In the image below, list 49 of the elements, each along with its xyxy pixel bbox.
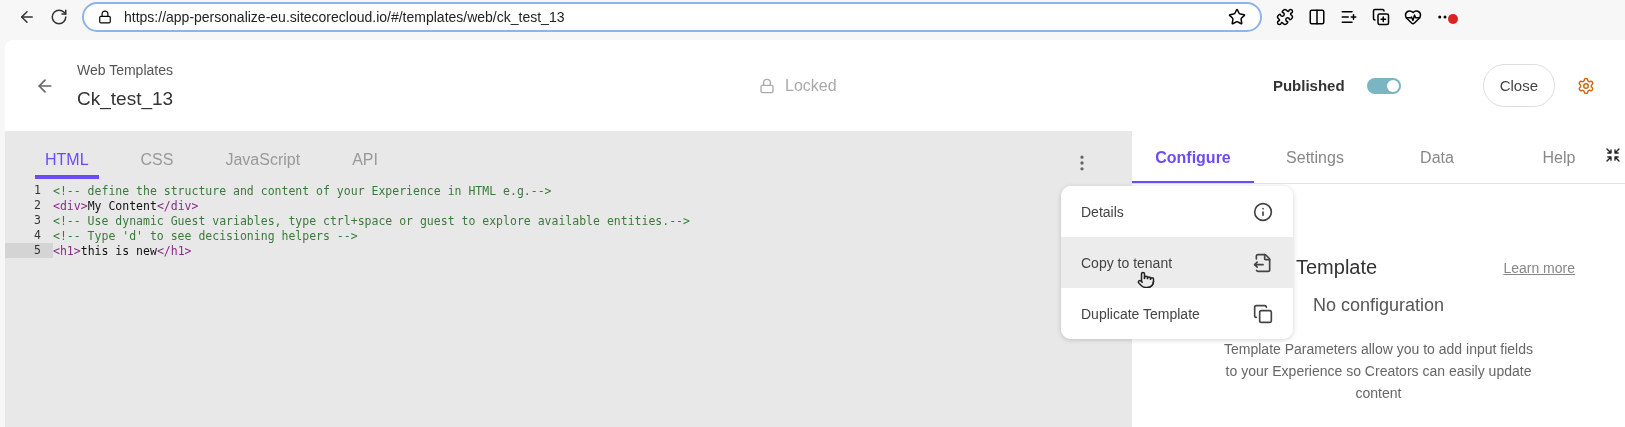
lock-icon bbox=[98, 10, 112, 24]
code-line: <!-- define the structure and content of your Experience in HTML e.g.--> bbox=[53, 183, 552, 198]
url-text: https://app-personalize-eu.sitecorecloud.io/#/templates/web/ck_test_13 bbox=[124, 9, 566, 25]
notification-badge bbox=[1448, 14, 1458, 24]
editor-tab[interactable]: JavaScript bbox=[215, 147, 311, 179]
back-icon[interactable] bbox=[18, 8, 36, 26]
line-number: 4 bbox=[33, 228, 42, 243]
section-heading: Template bbox=[1296, 256, 1378, 279]
published-toggle[interactable] bbox=[1366, 77, 1401, 94]
breadcrumb: Web Templates bbox=[77, 61, 174, 78]
collapse-icon[interactable] bbox=[1605, 147, 1621, 163]
line-number: 5 bbox=[5, 243, 53, 258]
code-line: <!-- Use dynamic Guest variables, type ctrl+space or guest to explore available entities.--> bbox=[53, 213, 690, 228]
empty-state-title: No configuration bbox=[1312, 295, 1445, 316]
menu-item[interactable]: Details bbox=[1061, 186, 1293, 237]
menu-item[interactable]: Duplicate Template bbox=[1061, 288, 1293, 339]
extensions-icon[interactable] bbox=[1276, 8, 1294, 26]
refresh-icon[interactable] bbox=[50, 8, 68, 26]
copy-icon bbox=[1253, 303, 1273, 324]
code-line: <div>My Content</div> bbox=[53, 198, 199, 213]
menu-item[interactable]: Copy to tenant bbox=[1061, 237, 1293, 288]
favorite-star-icon[interactable] bbox=[1228, 8, 1246, 26]
panel-tab[interactable]: Data bbox=[1376, 149, 1498, 183]
panel-tab[interactable]: Help bbox=[1498, 149, 1620, 183]
panel-tab[interactable]: Settings bbox=[1254, 149, 1376, 183]
published-label: Published bbox=[1272, 77, 1345, 94]
address-bar[interactable]: https://app-personalize-eu.sitecorecloud.io/#/templates/web/ck_test_13 bbox=[82, 2, 1262, 32]
split-screen-icon[interactable] bbox=[1308, 8, 1326, 26]
close-button[interactable]: Close bbox=[1482, 64, 1555, 107]
learn-more-link[interactable]: Learn more bbox=[1503, 259, 1575, 276]
editor-tab[interactable]: CSS bbox=[130, 147, 184, 179]
info-icon bbox=[1253, 201, 1273, 222]
settings-icon[interactable] bbox=[1577, 76, 1595, 95]
collections-icon[interactable] bbox=[1372, 8, 1390, 26]
lock-status: Locked bbox=[785, 76, 837, 95]
code-line: <!-- Type 'd' to see decisioning helpers --> bbox=[53, 228, 358, 243]
lock-icon bbox=[759, 77, 775, 94]
empty-state-text: Template Parameters allow you to add input fields to your Experience so Creators can easily update content bbox=[1223, 340, 1534, 403]
heart-pulse-icon[interactable] bbox=[1404, 8, 1422, 26]
editor-tab[interactable]: HTML bbox=[35, 147, 99, 179]
line-number: 1 bbox=[33, 183, 42, 198]
template-title: Ck_test_13 bbox=[77, 87, 175, 110]
panel-tab[interactable]: Configure bbox=[1132, 149, 1254, 183]
code-line: <h1>this is new</h1> bbox=[53, 243, 192, 258]
line-number: 2 bbox=[33, 198, 42, 213]
editor-tab[interactable]: API bbox=[342, 147, 388, 179]
line-number: 3 bbox=[33, 213, 42, 228]
favorites-list-icon[interactable] bbox=[1340, 8, 1358, 26]
file-export-icon bbox=[1253, 252, 1273, 273]
